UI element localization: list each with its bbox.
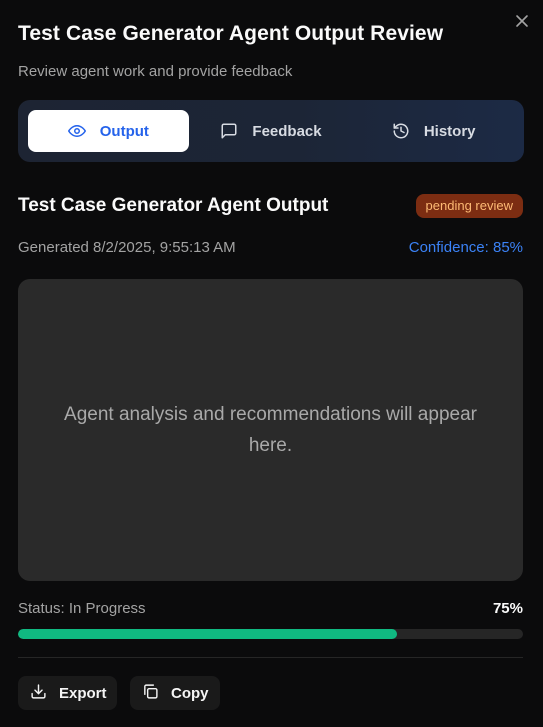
eye-icon: [67, 122, 86, 140]
close-icon[interactable]: [514, 13, 530, 29]
divider: [18, 657, 523, 658]
tab-feedback-label: Feedback: [252, 122, 322, 140]
output-placeholder: Agent analysis and recommendations will …: [64, 404, 477, 456]
generated-timestamp: Generated 8/2/2025, 9:55:13 AM: [18, 239, 236, 256]
tab-history[interactable]: History: [353, 110, 514, 152]
copy-icon: [142, 683, 159, 704]
export-button[interactable]: Export: [18, 676, 117, 710]
output-content-panel: Agent analysis and recommendations will …: [18, 279, 523, 581]
status-label: Status: In Progress: [18, 600, 146, 617]
dialog-subtitle: Review agent work and provide feedback: [18, 63, 293, 80]
tab-bar: Output Feedback History: [18, 100, 524, 162]
message-square-icon: [220, 122, 238, 140]
copy-label: Copy: [171, 684, 209, 702]
confidence-score: Confidence: 85%: [408, 239, 523, 256]
tab-output[interactable]: Output: [28, 110, 189, 152]
status-badge: pending review: [415, 194, 523, 218]
output-title: Test Case Generator Agent Output: [18, 195, 329, 216]
download-icon: [30, 683, 47, 704]
progress-bar: [18, 629, 523, 639]
dialog-title: Test Case Generator Agent Output Review: [18, 22, 444, 45]
copy-button[interactable]: Copy: [130, 676, 220, 710]
tab-output-label: Output: [99, 122, 149, 140]
history-icon: [392, 122, 410, 140]
progress-bar-fill: [18, 629, 397, 639]
tab-feedback[interactable]: Feedback: [191, 110, 352, 152]
tab-history-label: History: [423, 122, 476, 140]
progress-percent: 75%: [492, 600, 523, 617]
export-label: Export: [59, 684, 107, 702]
